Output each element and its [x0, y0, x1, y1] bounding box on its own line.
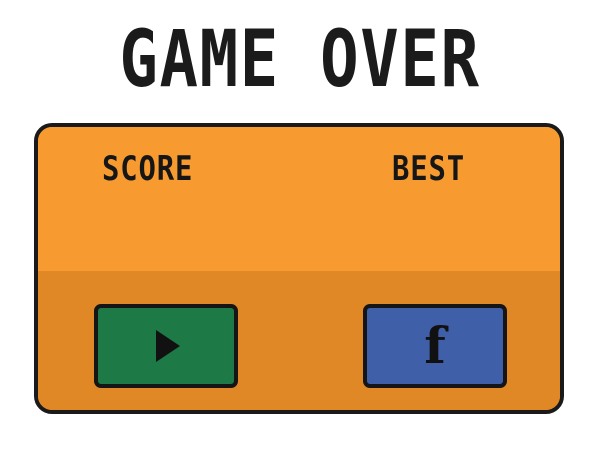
best-label: BEST [392, 149, 466, 189]
facebook-icon: f [424, 316, 446, 375]
play-icon [156, 330, 180, 362]
facebook-share-button[interactable]: f [363, 304, 507, 388]
game-over-title: GAME OVER [119, 15, 481, 105]
score-label: SCORE [102, 149, 194, 189]
game-over-panel: SCORE BEST f [34, 123, 564, 414]
play-button[interactable] [94, 304, 238, 388]
